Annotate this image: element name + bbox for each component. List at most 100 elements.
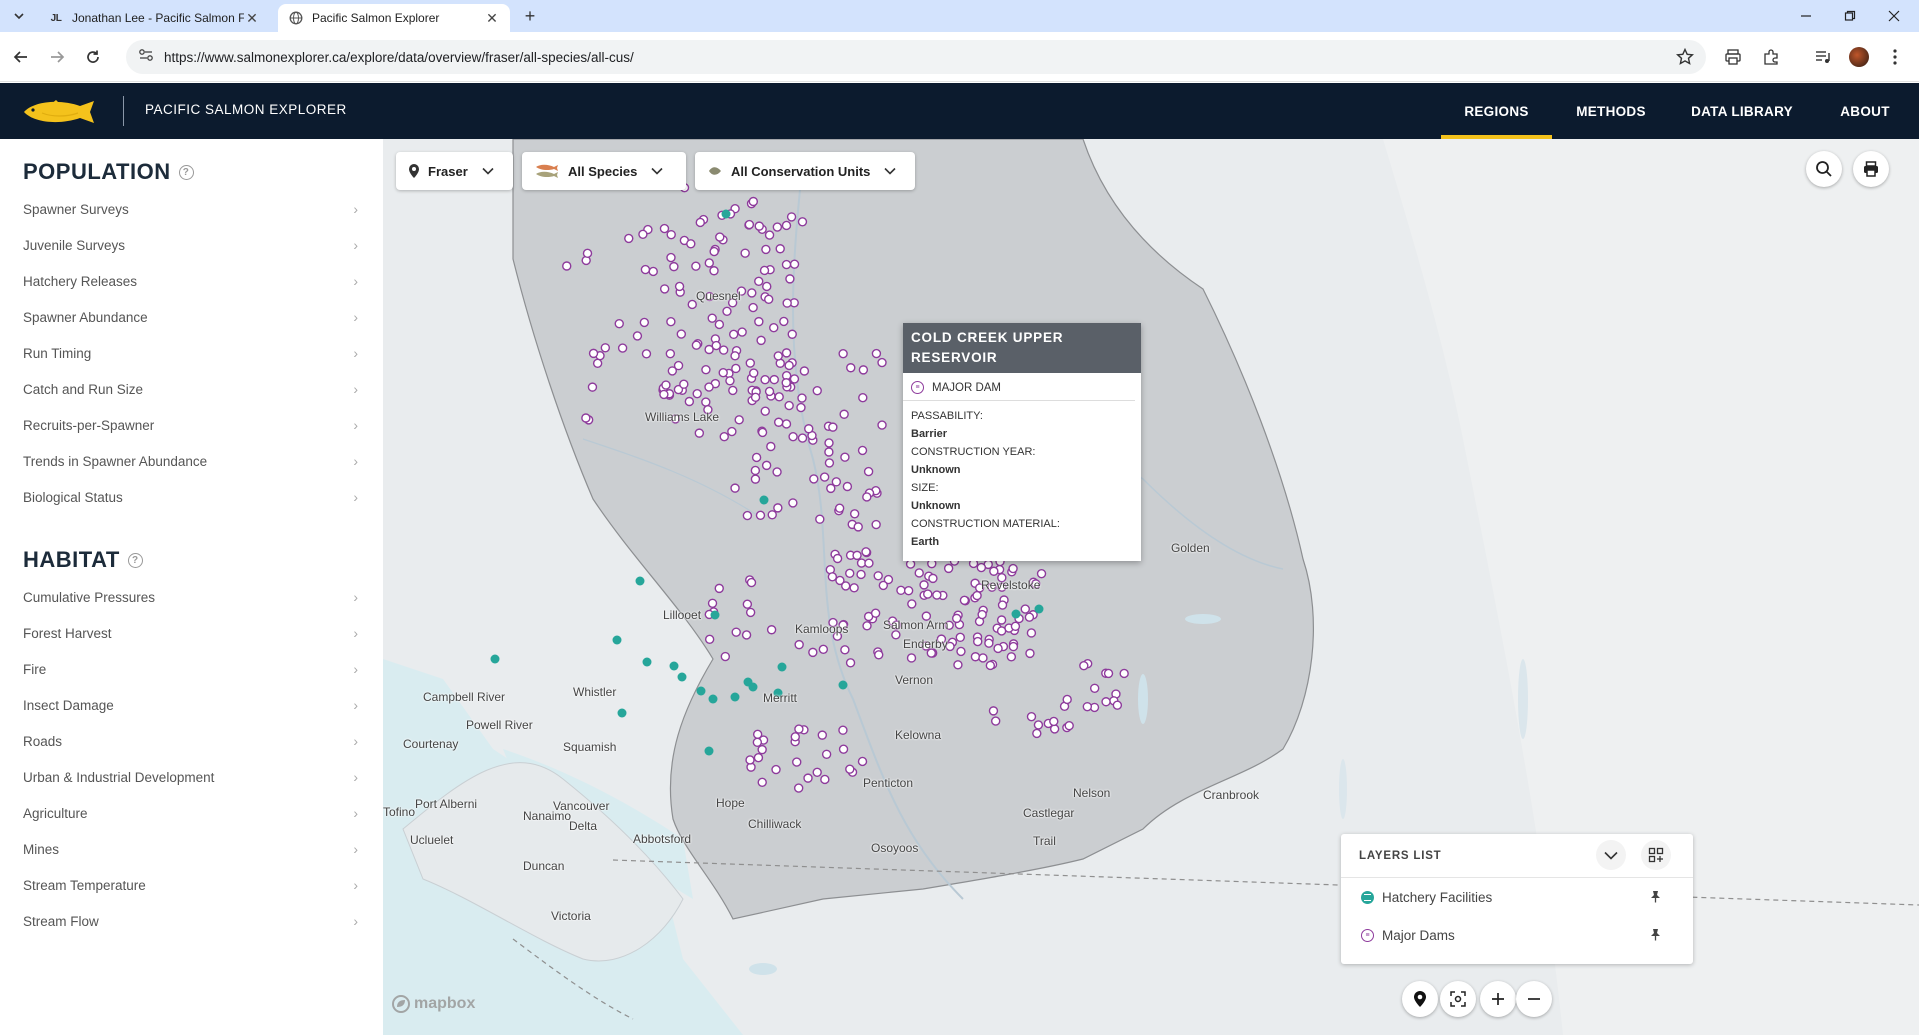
dam-marker[interactable] bbox=[764, 230, 775, 240]
sidebar-item-fire[interactable]: Fire › bbox=[23, 654, 358, 684]
dam-marker[interactable] bbox=[695, 217, 705, 228]
dam-marker[interactable] bbox=[809, 474, 819, 484]
dam-marker[interactable] bbox=[1033, 720, 1044, 730]
layers-grid-icon[interactable] bbox=[1641, 840, 1671, 870]
dam-marker[interactable] bbox=[788, 431, 798, 442]
dam-marker[interactable] bbox=[587, 382, 598, 392]
bookmark-star-icon[interactable] bbox=[1674, 46, 1696, 68]
dam-marker[interactable] bbox=[905, 559, 916, 569]
dam-marker[interactable] bbox=[679, 379, 689, 389]
dam-marker[interactable] bbox=[676, 329, 687, 339]
dam-marker[interactable] bbox=[772, 222, 783, 232]
nav-about[interactable]: ABOUT bbox=[1825, 83, 1905, 139]
sidebar-item-catch-run-size[interactable]: Catch and Run Size › bbox=[23, 374, 358, 404]
dam-marker[interactable] bbox=[838, 725, 848, 735]
dam-marker[interactable] bbox=[943, 563, 954, 574]
hatchery-marker[interactable] bbox=[708, 694, 718, 704]
dam-marker[interactable] bbox=[1036, 568, 1047, 579]
dam-marker[interactable] bbox=[750, 474, 761, 484]
dam-marker[interactable] bbox=[789, 374, 800, 384]
zoom-in-button[interactable] bbox=[1480, 981, 1516, 1017]
print-icon[interactable] bbox=[1722, 46, 1744, 68]
address-bar[interactable]: https://www.salmonexplorer.ca/explore/da… bbox=[126, 40, 1706, 74]
hatchery-marker[interactable] bbox=[669, 661, 679, 671]
dam-marker[interactable] bbox=[919, 580, 929, 590]
dam-marker[interactable] bbox=[862, 492, 872, 502]
dam-marker[interactable] bbox=[841, 581, 851, 591]
dam-marker[interactable] bbox=[932, 590, 942, 600]
hatchery-marker[interactable] bbox=[677, 672, 687, 682]
dam-marker[interactable] bbox=[742, 510, 753, 521]
dam-marker[interactable] bbox=[797, 393, 807, 403]
dam-marker[interactable] bbox=[754, 316, 764, 327]
dam-marker[interactable] bbox=[632, 331, 643, 341]
dam-marker[interactable] bbox=[773, 351, 783, 361]
dam-marker[interactable] bbox=[686, 239, 696, 249]
dam-marker[interactable] bbox=[730, 483, 740, 493]
dam-marker[interactable] bbox=[781, 419, 792, 429]
help-question-icon[interactable]: ? bbox=[178, 164, 194, 180]
dam-marker[interactable] bbox=[666, 252, 676, 263]
dam-marker[interactable] bbox=[873, 571, 883, 581]
dam-marker[interactable] bbox=[659, 284, 670, 294]
dam-marker[interactable] bbox=[858, 393, 868, 403]
dam-marker[interactable] bbox=[828, 422, 838, 432]
dam-marker[interactable] bbox=[714, 319, 725, 330]
dam-marker[interactable] bbox=[781, 220, 792, 231]
dam-marker[interactable] bbox=[1064, 720, 1074, 731]
dam-marker[interactable] bbox=[754, 276, 764, 286]
dam-marker[interactable] bbox=[761, 244, 771, 255]
dam-marker[interactable] bbox=[839, 409, 849, 419]
sidebar-item-recruits-per-spawner[interactable]: Recruits-per-Spawner › bbox=[23, 410, 358, 440]
collapse-chevron-icon[interactable] bbox=[1596, 840, 1626, 870]
dam-marker[interactable] bbox=[896, 585, 906, 596]
dam-marker[interactable] bbox=[796, 402, 806, 413]
conservation-unit-filter-dropdown[interactable]: All Conservation Units bbox=[695, 152, 915, 190]
dam-marker[interactable] bbox=[750, 465, 761, 476]
dam-marker[interactable] bbox=[704, 258, 714, 268]
dam-marker[interactable] bbox=[767, 510, 777, 520]
dam-marker[interactable] bbox=[834, 503, 845, 513]
sidebar-item-urban-industrial[interactable]: Urban & Industrial Development › bbox=[23, 762, 358, 792]
pin-icon[interactable] bbox=[1649, 928, 1661, 944]
dam-marker[interactable] bbox=[614, 318, 624, 329]
dam-marker[interactable] bbox=[659, 223, 670, 234]
dam-marker[interactable] bbox=[728, 329, 739, 340]
salmon-logo-icon[interactable] bbox=[22, 97, 102, 127]
dam-marker[interactable] bbox=[845, 764, 855, 774]
dam-marker[interactable] bbox=[674, 281, 685, 292]
tab-search-button[interactable] bbox=[8, 5, 30, 27]
species-filter-dropdown[interactable]: All Species bbox=[522, 152, 686, 190]
dam-marker[interactable] bbox=[1103, 668, 1114, 679]
dam-marker[interactable] bbox=[1020, 604, 1030, 614]
dam-marker[interactable] bbox=[1049, 716, 1059, 727]
dam-marker[interactable] bbox=[648, 266, 658, 277]
dam-marker[interactable] bbox=[667, 366, 678, 376]
dam-marker[interactable] bbox=[784, 400, 794, 411]
dam-marker[interactable] bbox=[661, 380, 671, 390]
sidebar-item-agriculture[interactable]: Agriculture › bbox=[23, 798, 358, 828]
dam-marker[interactable] bbox=[977, 609, 987, 620]
dam-marker[interactable] bbox=[1089, 683, 1100, 693]
hatchery-marker[interactable] bbox=[721, 209, 731, 219]
dam-marker[interactable] bbox=[781, 378, 791, 388]
dam-marker[interactable] bbox=[641, 349, 652, 359]
window-close-icon[interactable] bbox=[1874, 4, 1914, 28]
dam-marker[interactable] bbox=[863, 466, 874, 477]
close-icon[interactable]: ✕ bbox=[244, 10, 260, 26]
dam-marker[interactable] bbox=[728, 385, 738, 396]
dam-marker[interactable] bbox=[989, 566, 999, 576]
dam-marker[interactable] bbox=[784, 360, 794, 371]
sidebar-item-forest-harvest[interactable]: Forest Harvest › bbox=[23, 618, 358, 648]
dam-marker[interactable] bbox=[757, 777, 767, 788]
dam-marker[interactable] bbox=[757, 427, 768, 438]
dam-marker[interactable] bbox=[812, 767, 822, 778]
dam-marker[interactable] bbox=[786, 212, 797, 222]
dam-marker[interactable] bbox=[711, 340, 721, 351]
dam-marker[interactable] bbox=[771, 764, 781, 775]
dam-marker[interactable] bbox=[701, 397, 711, 407]
dam-marker[interactable] bbox=[746, 577, 757, 588]
dam-marker[interactable] bbox=[718, 345, 729, 355]
sidebar-item-spawner-surveys[interactable]: Spawner Surveys › bbox=[23, 194, 358, 224]
new-tab-plus-icon[interactable]: + bbox=[520, 6, 540, 26]
